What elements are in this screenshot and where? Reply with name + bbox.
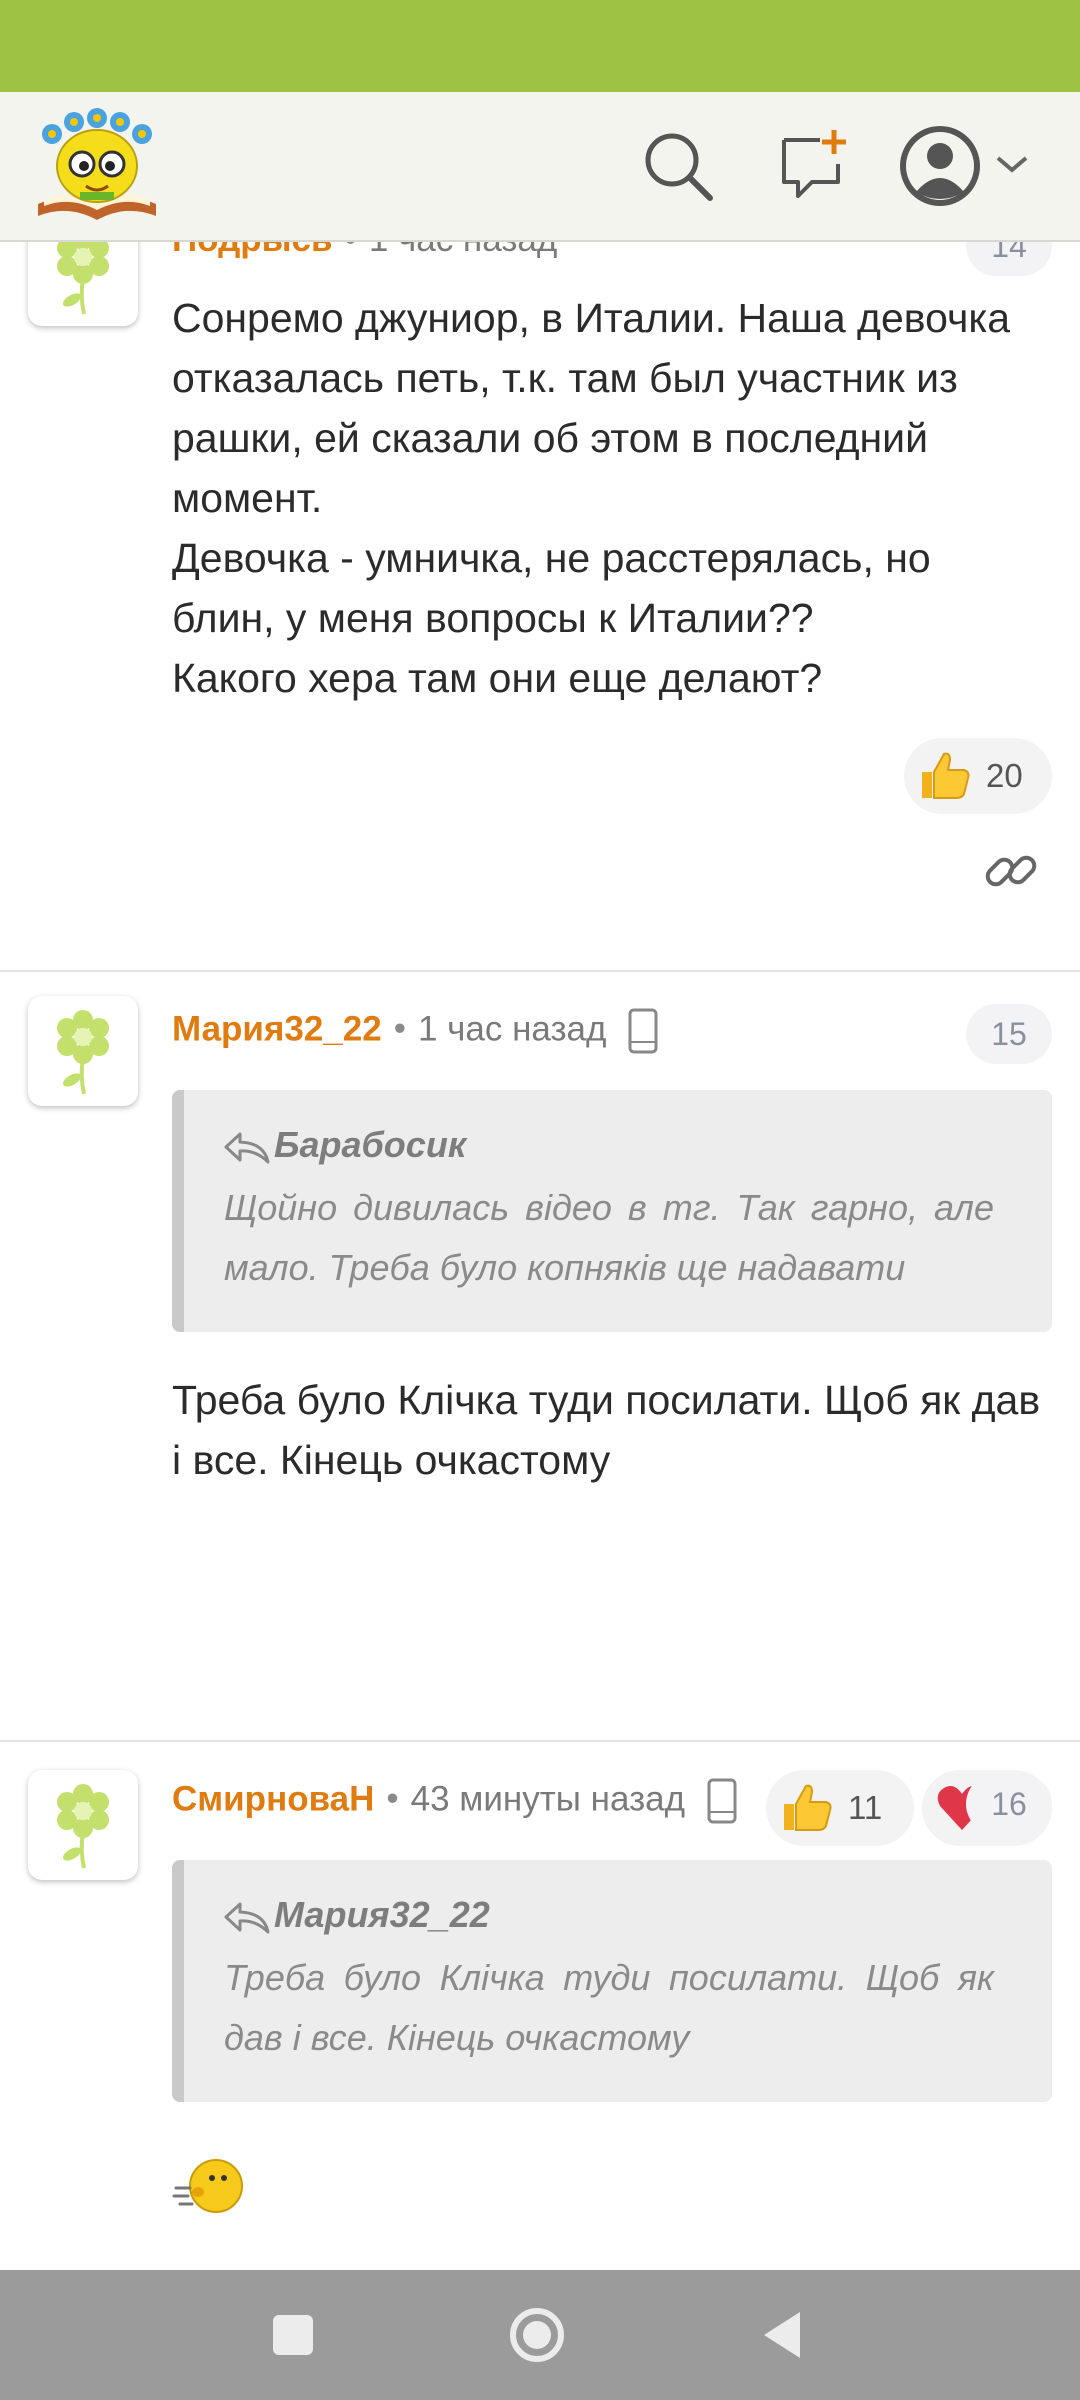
quote-text: Щойно дивилась відео в тг. Так гарно, ал… [224,1187,994,1288]
flower-avatar-icon [57,1784,109,1869]
search-icon[interactable] [640,128,716,204]
comment-text: Сонремо джуниор, в Италии. Наша девочка … [172,295,1010,701]
quote-text: Треба було Клічка туди посилати. Щоб як … [224,1957,994,2058]
divider [0,1740,1080,1742]
phone-icon [628,1008,658,1054]
comments-list: Подрысь • 1 час назад 14 Сонремо джуниор, … [0,240,1080,2270]
thumbs-up-icon [922,752,970,799]
back-icon[interactable] [748,2300,818,2370]
user-menu-button[interactable] [898,120,1038,212]
separator-dot: • [345,240,357,259]
comment-meta: СмирноваН • 43 минуты назад [172,1778,737,1824]
user-avatar-icon [900,126,1028,206]
quote-author: Мария32_22 [224,1894,490,1936]
flower-avatar-icon [57,1010,109,1095]
quote-block: Барабосик Щойно дивилась відео в тг. Так… [172,1090,1052,1332]
recent-apps-icon[interactable] [258,2300,328,2370]
new-message-icon[interactable] [776,128,852,204]
avatar[interactable] [28,240,138,326]
comment-time: 1 час назад [417,1009,607,1049]
comment-number[interactable]: 16 [966,1774,1052,1834]
separator-dot: • [386,1779,399,1819]
chevron-down-icon [996,156,1028,173]
quote-block: Мария32_22 Треба було Клічка туди посила… [172,1860,1052,2102]
comment-number[interactable]: 14 [966,240,1052,276]
reaction-like[interactable]: 20 [904,738,1052,814]
comment-time: 43 минуты назад [410,1779,685,1819]
status-bar [0,0,1080,92]
blowing-smiley-emoji [172,2154,252,2225]
phone-icon [707,1778,737,1824]
link-icon[interactable] [982,842,1040,900]
avatar[interactable] [28,1770,138,1880]
comment-author[interactable]: Мария32_22 [172,1009,382,1048]
avatar[interactable] [28,996,138,1106]
divider [0,970,1080,972]
comment-author[interactable]: СмирноваН [172,1779,374,1818]
reaction-count: 11 [848,1789,883,1826]
home-icon[interactable] [502,2300,572,2370]
flower-avatar-icon [57,240,109,315]
app-header [0,92,1080,242]
separator-dot: • [393,1009,406,1049]
site-logo[interactable] [34,108,160,224]
comment-text: Треба було Клічка туди посилати. Щоб як … [172,1377,1041,1483]
thumbs-up-icon [784,1784,832,1831]
comment-time: 1 час назад [369,240,557,259]
comment-meta: Мария32_22 • 1 час назад [172,1008,658,1054]
system-nav-bar [0,2270,1080,2400]
reaction-like[interactable]: 11 [766,1770,914,1846]
comment-meta: Подрысь • 1 час назад [172,240,557,260]
reply-arrow-icon [224,1902,270,1934]
reply-arrow-icon [224,1132,270,1164]
reaction-count: 20 [986,757,1023,794]
comment-number[interactable]: 15 [966,1004,1052,1064]
comment-author[interactable]: Подрысь [172,240,333,259]
quote-author: Барабосик [224,1124,466,1166]
